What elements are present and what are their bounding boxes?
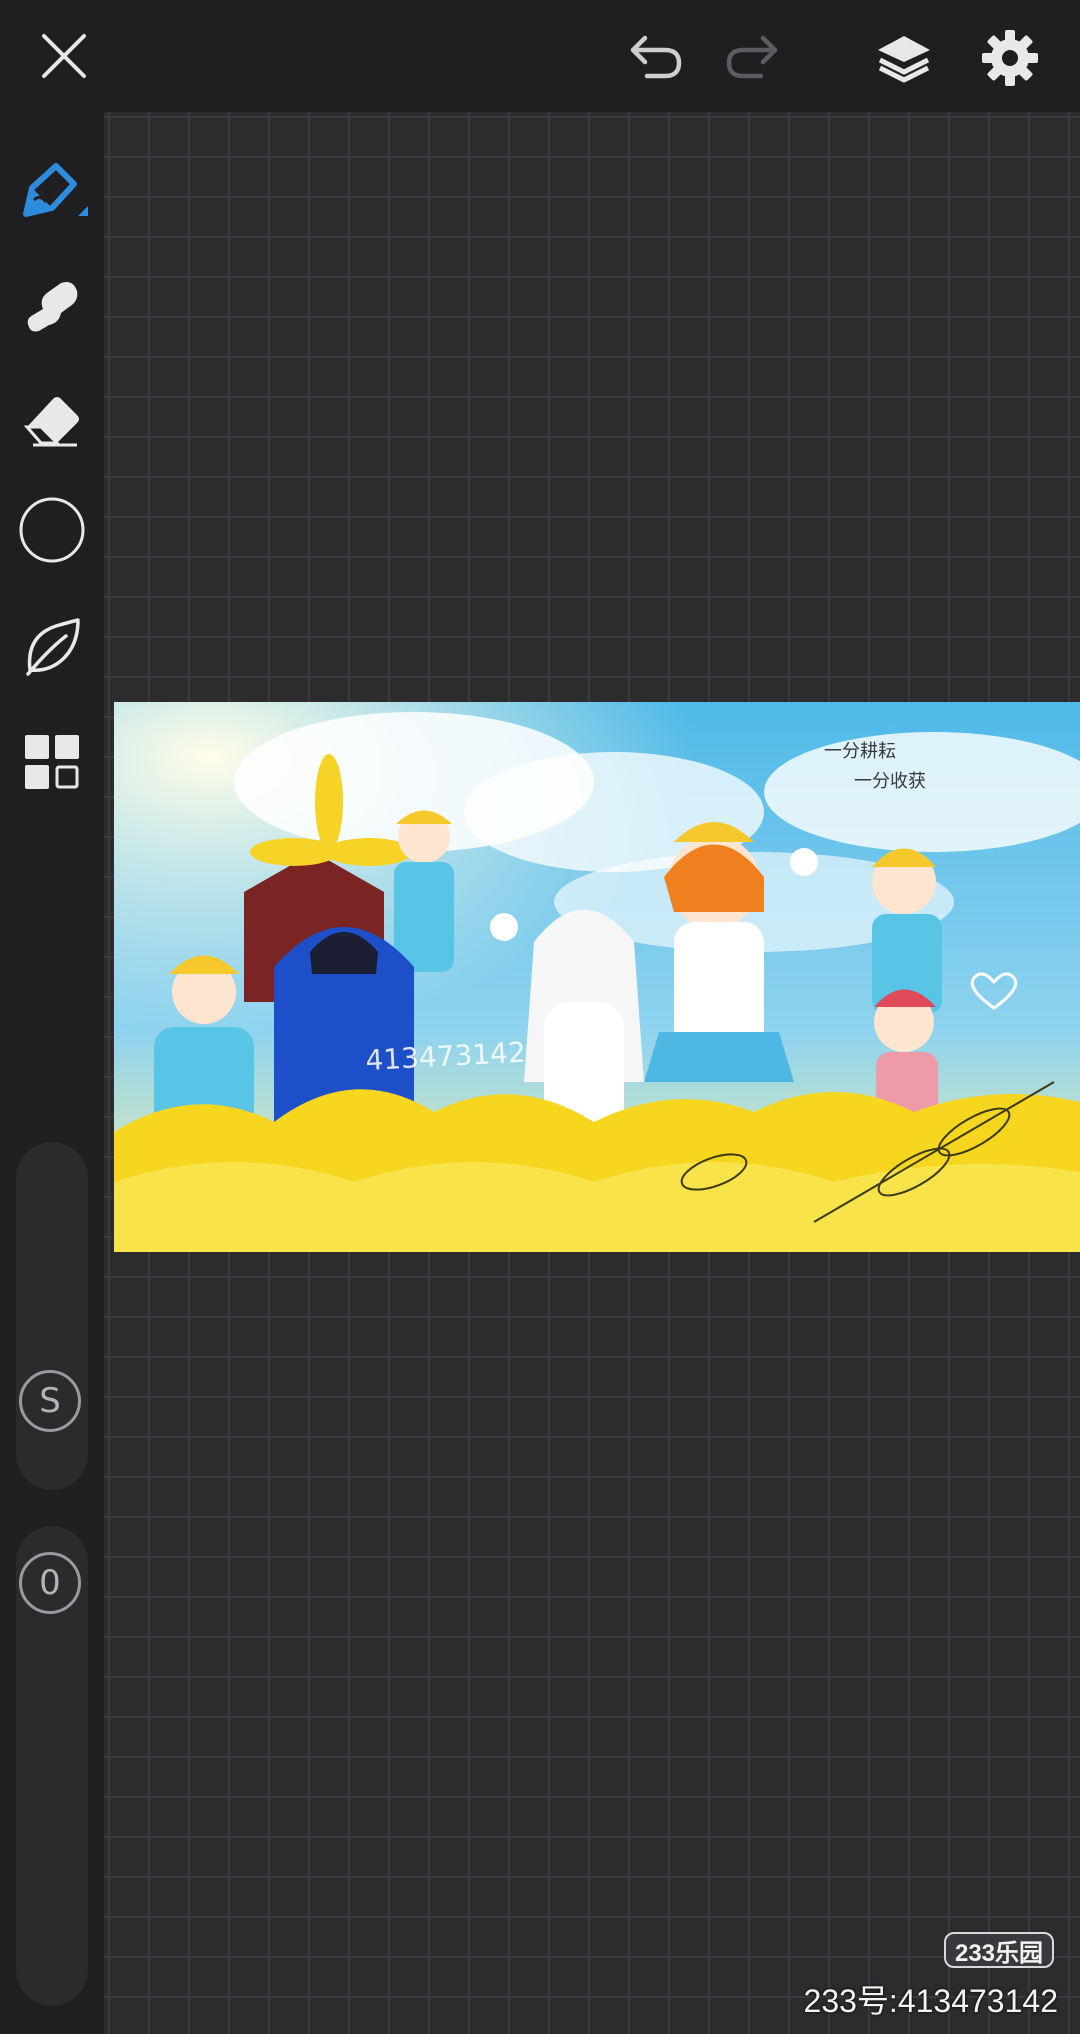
undo-icon — [630, 35, 682, 79]
pen-icon — [23, 163, 88, 217]
layers-icon — [878, 36, 930, 83]
tool-sidebar: S 0 — [0, 112, 104, 2034]
drawing-app: S 0 一分耕耘 一分收获 413473142 233乐园 233号:41347… — [0, 0, 1080, 2034]
close-icon — [42, 34, 86, 78]
redo-icon — [726, 35, 778, 79]
grid-icon — [25, 735, 79, 789]
artwork-caption-line2: 一分收获 — [854, 771, 926, 792]
redo-button[interactable] — [718, 22, 788, 92]
settings-button[interactable] — [972, 20, 1048, 96]
brush-library-button[interactable] — [14, 608, 90, 684]
artwork-caption-line1: 一分耕耘 — [824, 741, 896, 762]
artwork-canvas[interactable]: 一分耕耘 一分收获 413473142 — [114, 702, 1080, 1252]
eraser-icon — [23, 397, 79, 447]
watermark-badge: 233乐园 — [944, 1932, 1054, 1968]
more-tools-button[interactable] — [14, 724, 90, 800]
color-picker-button[interactable] — [14, 492, 90, 568]
size-slider-knob[interactable]: S — [19, 1370, 81, 1432]
undo-button[interactable] — [620, 22, 690, 92]
watermark-id-text: 233号:413473142 — [803, 1983, 1058, 2019]
circle-icon — [19, 497, 85, 563]
smudge-tool-button[interactable] — [14, 268, 90, 344]
finger-smudge-icon — [27, 282, 78, 332]
close-button[interactable] — [26, 18, 102, 94]
leaf-icon — [26, 618, 80, 676]
pen-tool-button[interactable] — [14, 152, 90, 228]
gear-icon — [982, 30, 1038, 86]
top-toolbar — [0, 0, 1080, 112]
eraser-tool-button[interactable] — [14, 380, 90, 456]
opacity-slider-knob[interactable]: 0 — [19, 1552, 81, 1614]
layers-button[interactable] — [866, 20, 942, 96]
artwork-drawing: 一分耕耘 一分收获 413473142 — [114, 702, 1080, 1252]
brush-size-slider[interactable] — [16, 1142, 88, 1490]
